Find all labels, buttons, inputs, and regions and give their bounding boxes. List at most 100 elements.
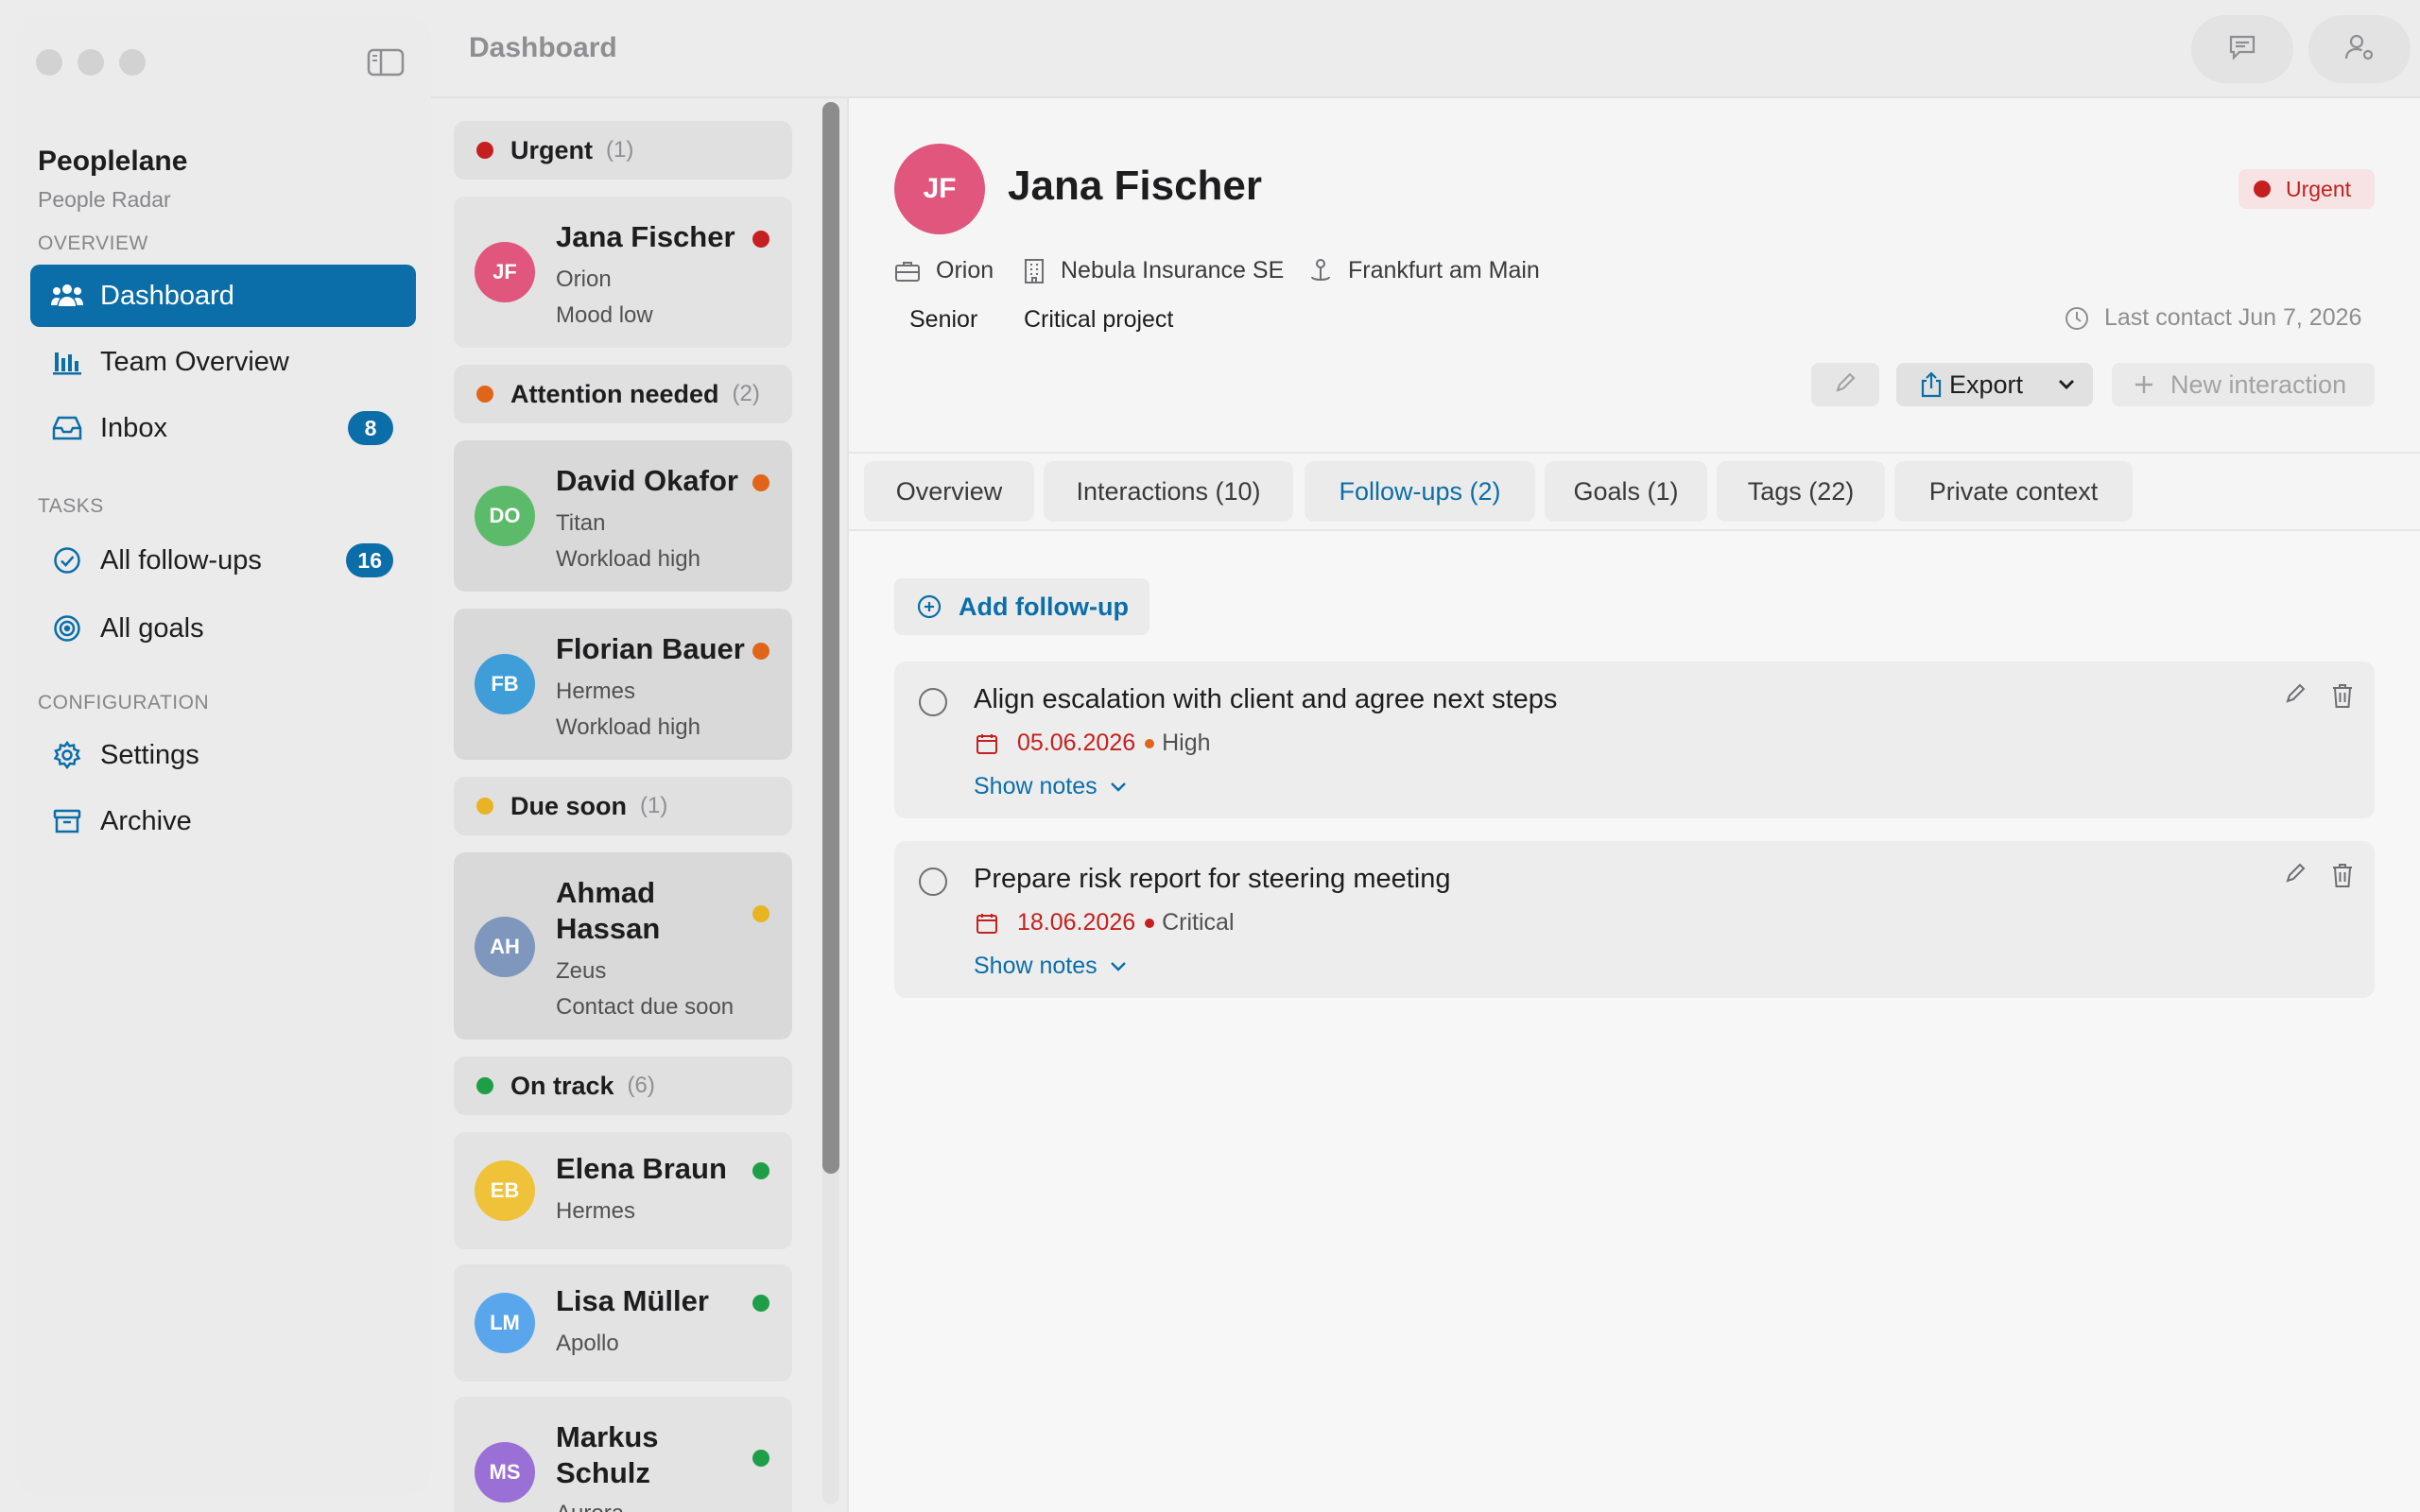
followup-item: Prepare risk report for steering meeting…: [894, 841, 2375, 998]
edit-person-button[interactable]: [1811, 363, 1879, 406]
followup-priority: Critical: [1162, 909, 1235, 936]
show-notes-toggle[interactable]: Show notes: [974, 773, 1128, 800]
person-card-markus-schulz[interactable]: MS Markus Schulz Aurora: [454, 1397, 792, 1512]
close-window-button[interactable]: [36, 49, 62, 76]
minimize-window-button[interactable]: [78, 49, 104, 76]
person-card-lisa-muller[interactable]: LM Lisa Müller Apollo: [454, 1264, 792, 1382]
profile-button[interactable]: [2308, 15, 2411, 83]
tab-tags[interactable]: Tags (22): [1717, 461, 1885, 522]
person-team: Aurora: [556, 1501, 624, 1512]
tag-label: Critical project: [1024, 306, 1174, 333]
person-card-david-okafor[interactable]: DO David Okafor Titan Workload high: [454, 440, 792, 592]
sidebar-item-inbox[interactable]: Inbox 8: [30, 397, 416, 459]
sidebar-item-all-goals[interactable]: All goals: [30, 597, 416, 660]
complete-checkbox[interactable]: [919, 868, 947, 896]
page-title: Dashboard: [469, 32, 617, 63]
tabs-top-divider: [849, 452, 2420, 454]
group-count: (1): [606, 137, 634, 163]
priority-dot: [1145, 738, 1155, 748]
followup-item: Align escalation with client and agree n…: [894, 662, 2375, 818]
person-name: Florian Bauer: [556, 632, 745, 665]
new-interaction-button[interactable]: New interaction: [2112, 363, 2375, 406]
person-status: Workload high: [556, 546, 700, 572]
sidebar-item-label: Team Overview: [100, 346, 289, 377]
sidebar-item-archive[interactable]: Archive: [30, 790, 416, 852]
status-dot: [752, 905, 769, 922]
person-card-florian-bauer[interactable]: FB Florian Bauer Hermes Workload high: [454, 609, 792, 760]
status-dot: [752, 1162, 769, 1179]
check-circle-icon: [51, 544, 83, 576]
sidebar-item-all-followups[interactable]: All follow-ups 16: [30, 529, 416, 592]
calendar-icon: [976, 732, 998, 755]
chevron-down-icon[interactable]: [2057, 378, 2076, 391]
followup-title: Prepare risk report for steering meeting: [974, 864, 1451, 894]
sidebar-item-label: All follow-ups: [100, 544, 262, 576]
status-dot: [476, 142, 493, 159]
tab-goals[interactable]: Goals (1): [1545, 461, 1707, 522]
tab-followups[interactable]: Follow-ups (2): [1305, 461, 1535, 522]
person-name: Jana Fischer: [556, 220, 735, 253]
group-header-attention[interactable]: Attention needed (2): [454, 365, 792, 423]
followup-date: 18.06.2026: [1017, 909, 1136, 936]
tab-overview[interactable]: Overview: [864, 461, 1034, 522]
person-card-elena-braun[interactable]: EB Elena Braun Hermes: [454, 1132, 792, 1249]
avatar: JF: [475, 242, 535, 302]
sidebar-item-label: Inbox: [100, 412, 167, 443]
person-name: Lisa Müller: [556, 1284, 709, 1317]
person-name: Ahmad Hassan: [556, 876, 661, 945]
sidebar-item-dashboard[interactable]: Dashboard: [30, 265, 416, 327]
group-header-due-soon[interactable]: Due soon (1): [454, 777, 792, 835]
followup-priority: High: [1162, 730, 1211, 756]
status-badge: Urgent: [2238, 169, 2375, 209]
show-notes-label: Show notes: [974, 773, 1098, 799]
people-list: Urgent (1) JF Jana Fischer Orion Mood lo…: [444, 98, 832, 1512]
chat-button[interactable]: [2191, 15, 2293, 83]
avatar: JF: [894, 144, 985, 234]
tabs-bottom-divider: [849, 529, 2420, 531]
person-team: Apollo: [556, 1331, 619, 1356]
export-label: Export: [1949, 369, 2024, 399]
chat-bubble-icon: [2228, 34, 2256, 65]
company-value: Nebula Insurance SE: [1061, 257, 1285, 284]
pencil-icon: [1834, 371, 1857, 399]
zoom-window-button[interactable]: [119, 49, 146, 76]
followup-title: Align escalation with client and agree n…: [974, 684, 1558, 714]
tab-private-context[interactable]: Private context: [1894, 461, 2133, 522]
sidebar-item-settings[interactable]: Settings: [30, 724, 416, 786]
bar-chart-icon: [51, 346, 83, 378]
edit-followup-pencil-icon[interactable]: [2284, 862, 2307, 885]
team-value: Orion: [936, 257, 994, 284]
followup-meta: 05.06.2026 High: [976, 730, 1211, 757]
group-header-urgent[interactable]: Urgent (1): [454, 121, 792, 180]
sidebar-item-team-overview[interactable]: Team Overview: [30, 331, 416, 393]
sidebar-item-label: Archive: [100, 805, 192, 836]
level-label: Senior: [909, 306, 978, 333]
person-status: Contact due soon: [556, 994, 735, 1020]
tab-interactions[interactable]: Interactions (10): [1044, 461, 1293, 522]
app-name: Peoplelane: [38, 146, 188, 177]
group-header-on-track[interactable]: On track (6): [454, 1057, 792, 1115]
export-button[interactable]: Export: [1896, 363, 2093, 406]
person-name-heading: Jana Fischer: [1008, 163, 1263, 209]
edit-followup-pencil-icon[interactable]: [2284, 682, 2307, 705]
group-label: Due soon: [510, 791, 628, 820]
calendar-icon: [976, 912, 998, 935]
group-count: (6): [627, 1073, 655, 1098]
sidebar-toggle-icon[interactable]: [367, 47, 405, 77]
new-interaction-label: New interaction: [2170, 369, 2347, 399]
add-followup-label: Add follow-up: [959, 592, 1129, 621]
person-card-ahmad-hassan[interactable]: AH Ahmad Hassan Zeus Contact due soon: [454, 852, 792, 1040]
delete-followup-trash-icon[interactable]: [2331, 862, 2354, 888]
target-icon: [51, 612, 83, 644]
window-controls: [36, 49, 146, 76]
person-team: Titan: [556, 510, 606, 536]
show-notes-toggle[interactable]: Show notes: [974, 953, 1128, 980]
person-card-jana-fischer[interactable]: JF Jana Fischer Orion Mood low: [454, 197, 792, 348]
delete-followup-trash-icon[interactable]: [2331, 682, 2354, 709]
add-followup-button[interactable]: Add follow-up: [894, 578, 1150, 635]
person-team: Orion: [556, 266, 612, 292]
followups-count-badge: 16: [346, 543, 393, 577]
building-icon: [1023, 258, 1046, 284]
complete-checkbox[interactable]: [919, 688, 947, 716]
show-notes-label: Show notes: [974, 953, 1098, 979]
